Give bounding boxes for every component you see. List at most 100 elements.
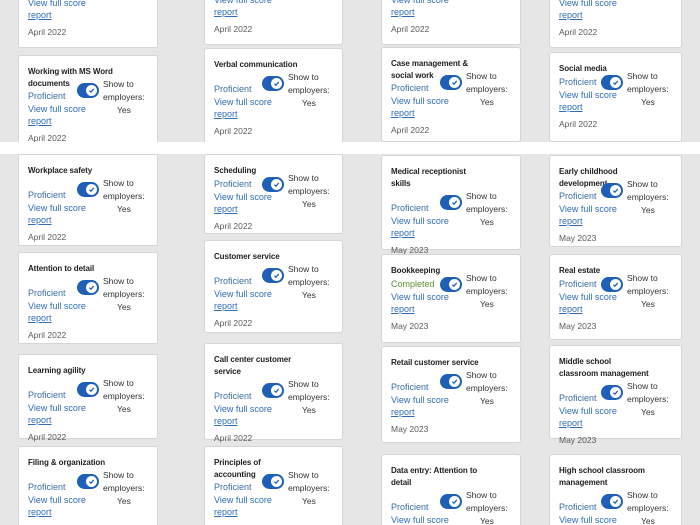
- show-to-employers-toggle[interactable]: [77, 280, 99, 295]
- skill-card-medical-receptionist-skills: Medical receptionist skills Proficient Vie…: [381, 155, 521, 255]
- view-full-score-link[interactable]: View full scorereport: [391, 394, 449, 418]
- skill-level: Proficient: [559, 278, 597, 289]
- view-full-score-link[interactable]: View full scorereport: [28, 300, 86, 324]
- show-to-employers-label: Show to employers: Yes: [103, 378, 145, 414]
- check-icon: [449, 376, 460, 387]
- skill-card-top-2: View full scorereportApril 2022employers…: [381, 0, 521, 45]
- show-to-employers-toggle[interactable]: [601, 277, 623, 292]
- view-full-score-link[interactable]: View full scorereport: [391, 215, 449, 239]
- show-to-employers-label: Show to employers: Yes: [103, 470, 145, 506]
- show-to-employers-label: Show to employers: Yes: [103, 276, 145, 312]
- view-full-score-link[interactable]: View full scorereport: [28, 103, 86, 127]
- show-to-employers-toggle[interactable]: [262, 474, 284, 489]
- show-to-employers-label: Show to employers: Yes: [627, 489, 669, 525]
- show-to-employers-toggle[interactable]: [440, 493, 462, 509]
- assessment-date: April 2022: [28, 27, 67, 37]
- skill-level: Proficient: [559, 392, 597, 403]
- assessment-date: May 2023: [559, 434, 597, 445]
- show-to-employers-toggle[interactable]: [262, 268, 284, 283]
- assessment-date: April 2022: [28, 232, 67, 242]
- show-to-employers-label: Show to employers: Yes: [288, 72, 330, 108]
- skill-title: Data entry: Attention to detail: [391, 466, 478, 487]
- skill-level: Completed: [391, 278, 435, 289]
- show-to-employers-label: Show to employers: Yes: [466, 489, 508, 525]
- view-full-score-link[interactable]: View full scorereport: [214, 288, 272, 312]
- show-to-employers-toggle[interactable]: [77, 182, 99, 197]
- show-to-employers-label: Show to employers: Yes: [627, 179, 669, 215]
- skill-title: Call center customer service: [214, 355, 292, 376]
- skill-title: Customer service: [214, 252, 280, 261]
- view-full-score-link[interactable]: View full scorereport: [28, 494, 86, 518]
- skill-card-principles-of-accounting: Principles of accounting Proficient View f…: [204, 446, 343, 525]
- skill-card-working-with-ms-word-documents: Working with MS Word documents Proficient…: [18, 55, 158, 142]
- assessment-date: April 2022: [214, 126, 253, 136]
- view-full-score-link[interactable]: View full scorereport: [214, 0, 272, 18]
- skill-card-data-entry-attention-to-detail: Data entry: Attention to detail Proficien…: [381, 454, 521, 525]
- view-full-score-link[interactable]: View full scorereport: [559, 89, 617, 113]
- show-to-employers-toggle[interactable]: [77, 83, 99, 98]
- show-to-employers-label: Show to employers: Yes: [466, 370, 508, 406]
- view-full-score-link[interactable]: View full scorereport: [559, 514, 617, 525]
- show-to-employers-toggle[interactable]: [440, 75, 462, 90]
- show-to-employers-label: Show to employers: Yes: [466, 71, 508, 107]
- skill-level: Proficient: [28, 288, 66, 298]
- skill-title: Middle school classroom management: [559, 357, 649, 378]
- view-full-score-link[interactable]: View full scorereport: [391, 0, 449, 18]
- check-icon: [449, 279, 460, 290]
- view-full-score-link[interactable]: View full scorereport: [559, 0, 617, 21]
- show-to-employers-label: Show to employers: Yes: [288, 264, 330, 300]
- show-to-employers-label: Show to employers: Yes: [288, 173, 330, 209]
- top-scroll-region[interactable]: View full scorereportApril 2022employers…: [0, 0, 700, 142]
- show-to-employers-toggle[interactable]: [262, 76, 284, 91]
- check-icon: [610, 279, 621, 290]
- skill-card-middle-school-classroom-management: Middle school classroom management Profic…: [549, 345, 682, 445]
- skill-card-scheduling: Scheduling Proficient View full score repor…: [204, 154, 343, 234]
- view-full-score-link[interactable]: View full scorereport: [391, 95, 449, 119]
- assessment-date: April 2022: [214, 318, 253, 328]
- skill-card-real-estate: Real estate Proficient View full score repo…: [549, 254, 682, 340]
- skill-card-case-management-social-work: Case management & social work Proficient V…: [381, 47, 521, 142]
- assessment-date: April 2022: [28, 330, 67, 340]
- view-full-score-link[interactable]: View full scorereport: [214, 494, 272, 518]
- view-full-score-link[interactable]: View full scorereport: [559, 291, 617, 315]
- show-to-employers-toggle[interactable]: [601, 75, 623, 90]
- view-full-score-link[interactable]: View full scorereport: [559, 405, 617, 429]
- skill-card-workplace-safety: Workplace safety Proficient View full scor…: [18, 154, 158, 246]
- show-to-employers-toggle[interactable]: [77, 382, 99, 397]
- check-icon: [271, 476, 282, 487]
- show-to-employers-label: Show to employers: Yes: [627, 273, 669, 309]
- view-full-score-link[interactable]: View full scorereport: [559, 203, 617, 227]
- assessment-date: April 2022: [214, 220, 253, 231]
- assessment-date: May 2023: [559, 233, 597, 243]
- view-full-score-link[interactable]: View full scorereport: [214, 191, 272, 215]
- show-to-employers-toggle[interactable]: [440, 277, 462, 292]
- view-full-score-link[interactable]: View full scorereport: [28, 202, 86, 226]
- assessment-date: May 2023: [391, 320, 429, 331]
- view-full-score-link[interactable]: View full scorereport: [214, 96, 272, 120]
- view-full-score-link[interactable]: View full scorereport: [214, 403, 272, 427]
- check-icon: [610, 185, 621, 196]
- skill-level: Proficient: [559, 501, 597, 512]
- view-full-score-link[interactable]: View full scorereport: [28, 402, 86, 426]
- screen-divider: [0, 142, 700, 154]
- check-icon: [86, 282, 97, 293]
- show-to-employers-toggle[interactable]: [262, 382, 284, 398]
- check-icon: [449, 196, 460, 208]
- show-to-employers-toggle[interactable]: [77, 474, 99, 489]
- skill-title: Attention to detail: [28, 264, 95, 273]
- view-full-score-link[interactable]: View full scorereport: [28, 0, 86, 21]
- show-to-employers-toggle[interactable]: [601, 183, 623, 198]
- view-full-score-link[interactable]: View full scorereport: [391, 514, 449, 525]
- skill-level: Proficient: [28, 390, 66, 400]
- show-to-employers-toggle[interactable]: [601, 384, 623, 400]
- view-full-score-link[interactable]: View full scorereport: [391, 291, 449, 315]
- show-to-employers-toggle[interactable]: [440, 374, 462, 389]
- show-to-employers-toggle[interactable]: [262, 177, 284, 192]
- show-to-employers-toggle[interactable]: [601, 493, 623, 509]
- show-to-employers-toggle[interactable]: [440, 194, 462, 210]
- skill-title: Retail customer service: [391, 358, 479, 367]
- bottom-scroll-region[interactable]: Workplace safety Proficient View full scor…: [0, 154, 700, 525]
- assessment-date: April 2022: [214, 432, 253, 443]
- skill-card-top-3: View full scorereportApril 2022employers…: [549, 0, 682, 48]
- skill-title: Workplace safety: [28, 166, 93, 175]
